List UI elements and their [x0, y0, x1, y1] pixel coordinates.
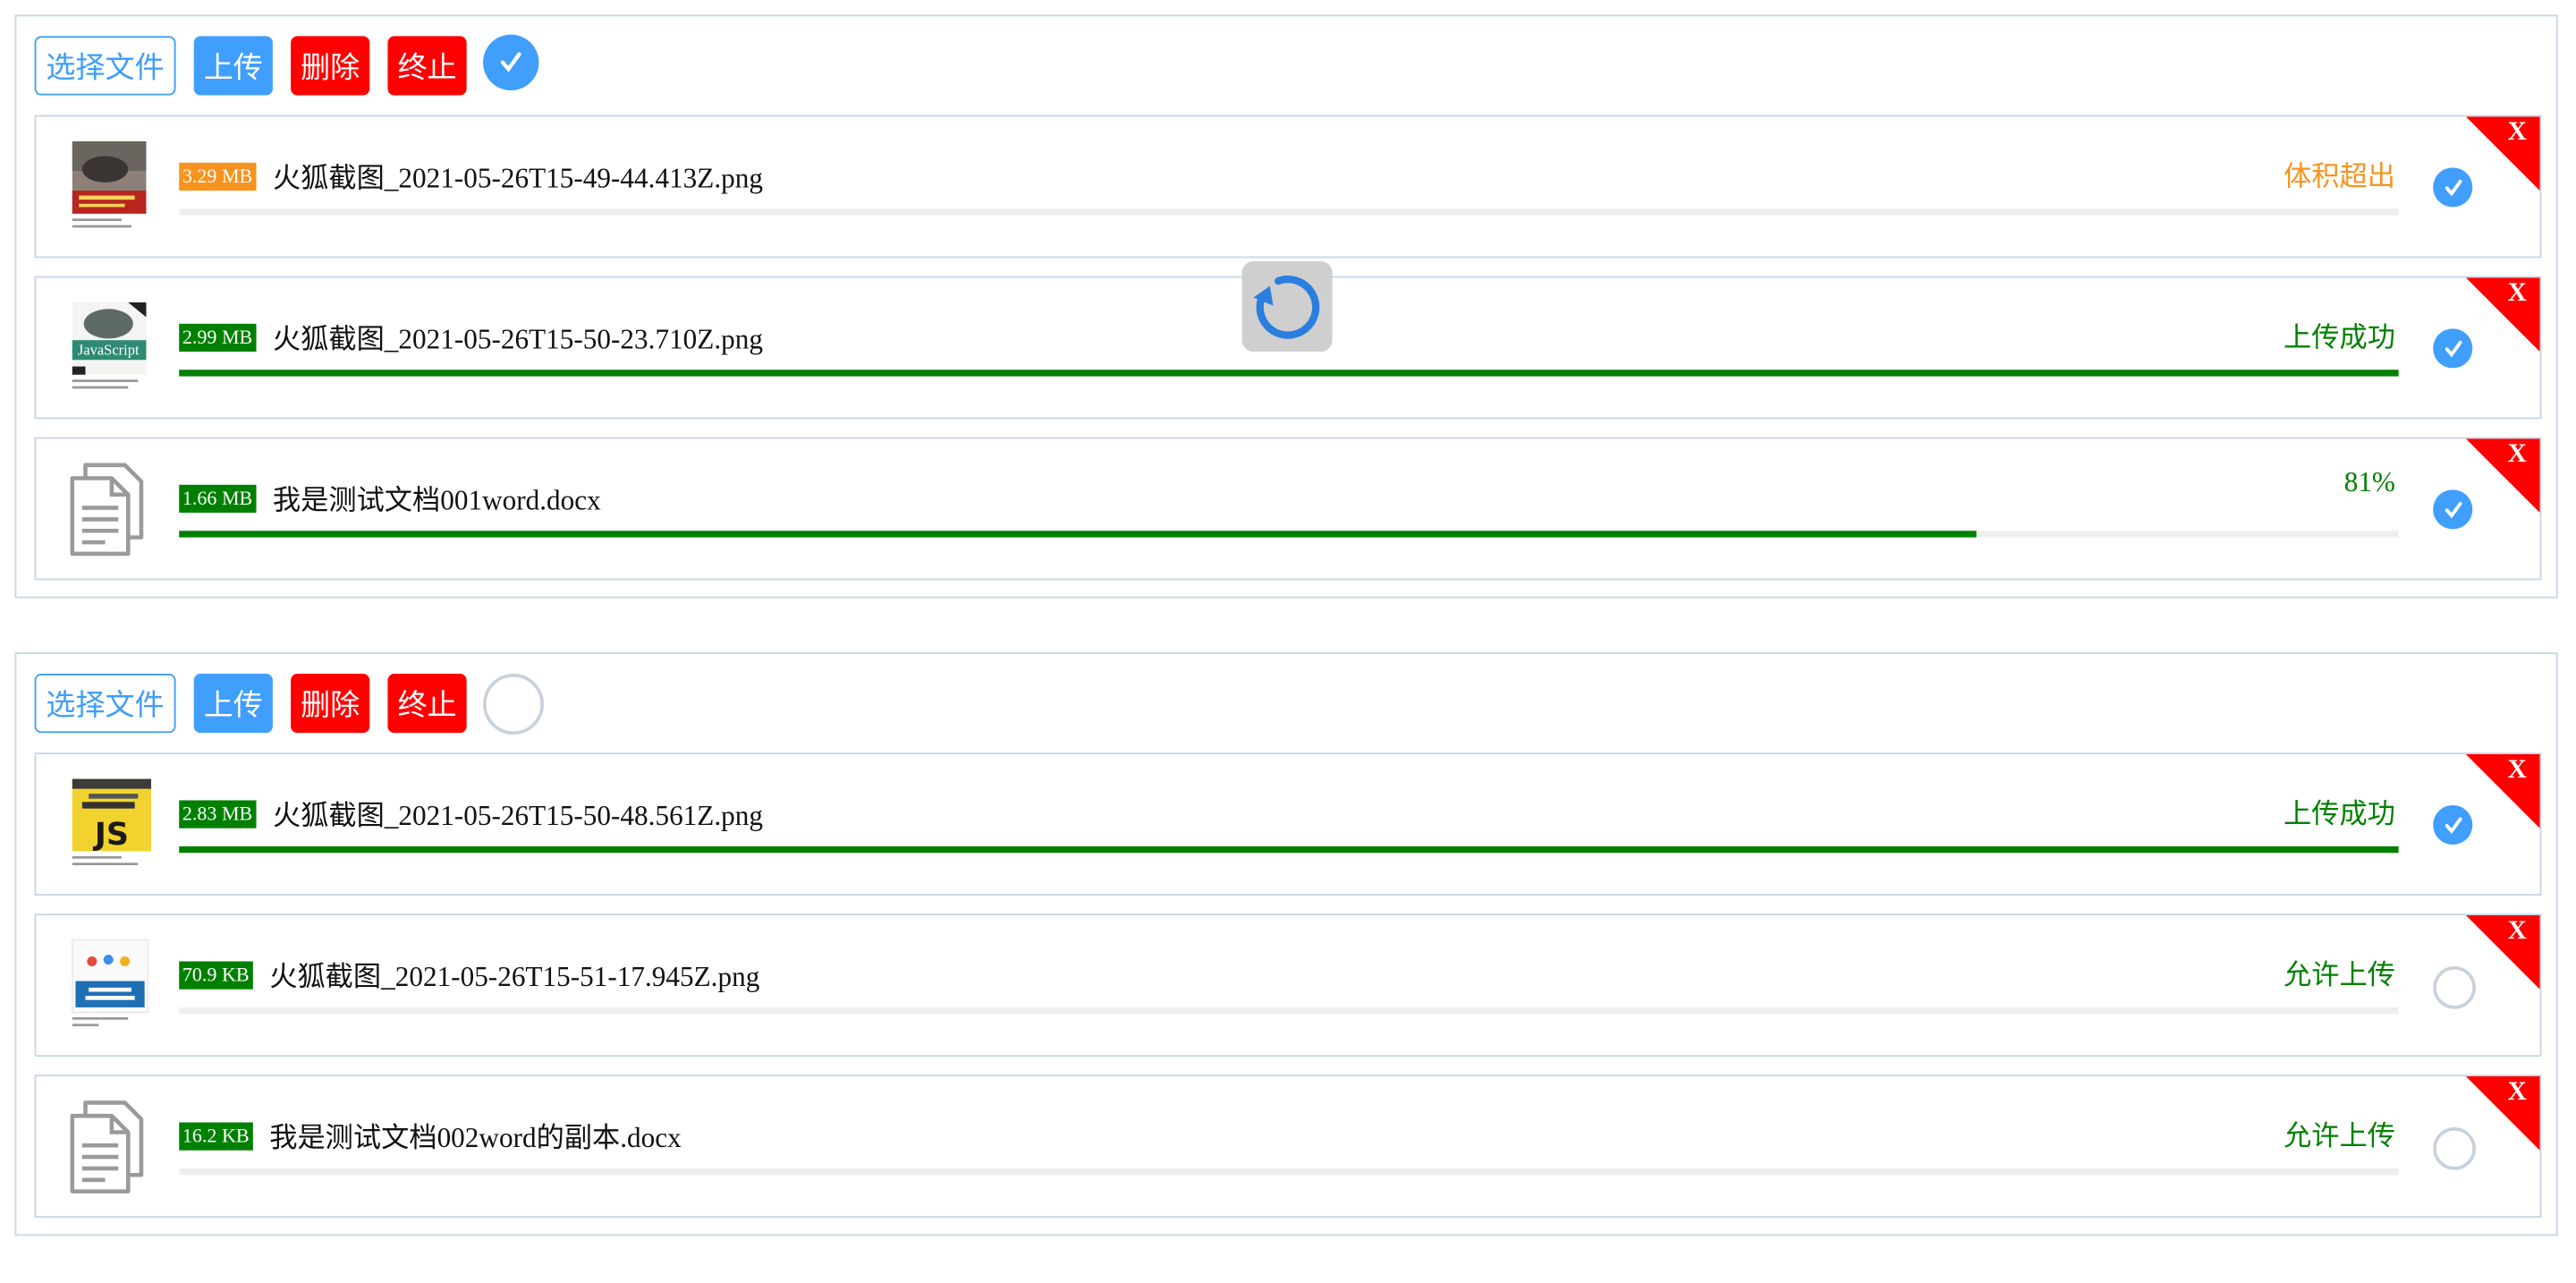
- progress-track: [179, 208, 2399, 216]
- progress-track: [179, 1007, 2399, 1015]
- remove-corner: [2465, 1076, 2540, 1151]
- svg-text:JavaScript: JavaScript: [78, 342, 140, 359]
- refresh-icon: [1253, 276, 1320, 339]
- remove-label: X: [2507, 440, 2527, 469]
- upload-status: 上传成功: [2284, 798, 2395, 832]
- progress-track: [179, 370, 2399, 377]
- select-files-button[interactable]: 选择文件: [34, 674, 176, 734]
- upload-status: 上传成功: [2284, 322, 2395, 355]
- svg-text:JS: JS: [93, 817, 129, 853]
- upload-button[interactable]: 上传: [193, 674, 273, 734]
- file-name: 火狐截图_2021-05-26T15-50-48.561Z.png: [272, 800, 764, 832]
- upload-status: 体积超出: [2284, 161, 2395, 194]
- document-file-icon: [65, 1096, 154, 1198]
- upload-percent: 81%: [2343, 466, 2395, 498]
- check-icon: [2444, 178, 2462, 196]
- select-all-toggle[interactable]: [483, 673, 544, 735]
- remove-corner: [2465, 754, 2540, 828]
- progress-fill: [179, 845, 2399, 854]
- file-size-badge: 2.99 MB: [179, 323, 256, 353]
- delete-button[interactable]: 删除: [291, 36, 370, 96]
- book-cover-javascript-rhino-icon: JavaScript: [65, 297, 154, 399]
- progress-fill: [179, 531, 1978, 538]
- stop-button[interactable]: 终止: [387, 36, 467, 96]
- check-icon: [2444, 816, 2462, 834]
- remove-label: X: [2507, 118, 2527, 147]
- remove-file-button[interactable]: X: [2465, 915, 2540, 990]
- file-size-badge: 16.2 KB: [179, 1122, 253, 1151]
- file-size-badge: 70.9 KB: [179, 961, 253, 990]
- select-all-toggle[interactable]: [483, 34, 539, 91]
- file-name: 我是测试文档001word.docx: [272, 484, 601, 516]
- check-icon: [2444, 500, 2462, 518]
- progress-track: [179, 845, 2399, 854]
- document-file-icon: [65, 458, 154, 560]
- book-cover-javascript-professional-icon: [65, 136, 154, 238]
- remove-file-button[interactable]: X: [2465, 754, 2540, 828]
- progress-fill: [179, 370, 2399, 377]
- remove-corner: [2465, 438, 2540, 514]
- progress-track: [179, 531, 2399, 538]
- select-files-button[interactable]: 选择文件: [34, 36, 176, 96]
- upload-status: 允许上传: [2284, 959, 2395, 993]
- file-size-badge: 2.83 MB: [179, 800, 256, 828]
- file-item: 16.2 KB 我是测试文档002word的副本.docx 允许上传 X: [34, 1075, 2542, 1219]
- upload-button[interactable]: 上传: [193, 36, 273, 96]
- refresh-button[interactable]: [1241, 261, 1333, 353]
- remove-file-button[interactable]: X: [2465, 277, 2540, 353]
- file-name: 我是测试文档002word的副本.docx: [269, 1122, 682, 1154]
- toolbar: 选择文件 上传 删除 终止: [34, 672, 544, 735]
- check-icon: [2444, 339, 2462, 357]
- file-item: 70.9 KB 火狐截图_2021-05-26T15-51-17.945Z.pn…: [34, 913, 2542, 1058]
- upload-status: 允许上传: [2284, 1120, 2395, 1154]
- file-name: 火狐截图_2021-05-26T15-49-44.413Z.png: [272, 162, 764, 194]
- remove-file-button[interactable]: X: [2465, 116, 2540, 191]
- check-icon: [500, 52, 521, 72]
- remove-file-button[interactable]: X: [2465, 438, 2540, 514]
- file-item: 3.29 MB 火狐截图_2021-05-26T15-49-44.413Z.pn…: [34, 115, 2542, 259]
- remove-label: X: [2507, 1077, 2527, 1107]
- remove-label: X: [2507, 755, 2527, 785]
- file-name: 火狐截图_2021-05-26T15-51-17.945Z.png: [269, 961, 760, 993]
- remove-file-button[interactable]: X: [2465, 1076, 2540, 1151]
- file-item: 1.66 MB 我是测试文档001word.docx 81% X: [34, 437, 2542, 581]
- remove-label: X: [2507, 279, 2527, 308]
- file-name: 火狐截图_2021-05-26T15-50-23.710Z.png: [272, 323, 764, 355]
- upload-panel-2: 选择文件 上传 删除 终止 JS 2.83 MB 火狐截图_2021-05-26…: [14, 652, 2558, 1236]
- file-size-badge: 1.66 MB: [179, 484, 256, 514]
- file-item: JS 2.83 MB 火狐截图_2021-05-26T15-50-48.561Z…: [34, 752, 2542, 896]
- book-cover-react-redux-icon: [65, 935, 154, 1037]
- delete-button[interactable]: 删除: [291, 674, 370, 734]
- toolbar: 选择文件 上传 删除 终止: [34, 34, 539, 98]
- remove-corner: [2465, 277, 2540, 353]
- file-size-badge: 3.29 MB: [179, 162, 256, 191]
- remove-label: X: [2507, 916, 2527, 946]
- remove-corner: [2465, 116, 2540, 191]
- stop-button[interactable]: 终止: [387, 674, 467, 734]
- progress-track: [179, 1168, 2399, 1176]
- remove-corner: [2465, 915, 2540, 990]
- book-cover-javascript-js-icon: JS: [65, 774, 154, 876]
